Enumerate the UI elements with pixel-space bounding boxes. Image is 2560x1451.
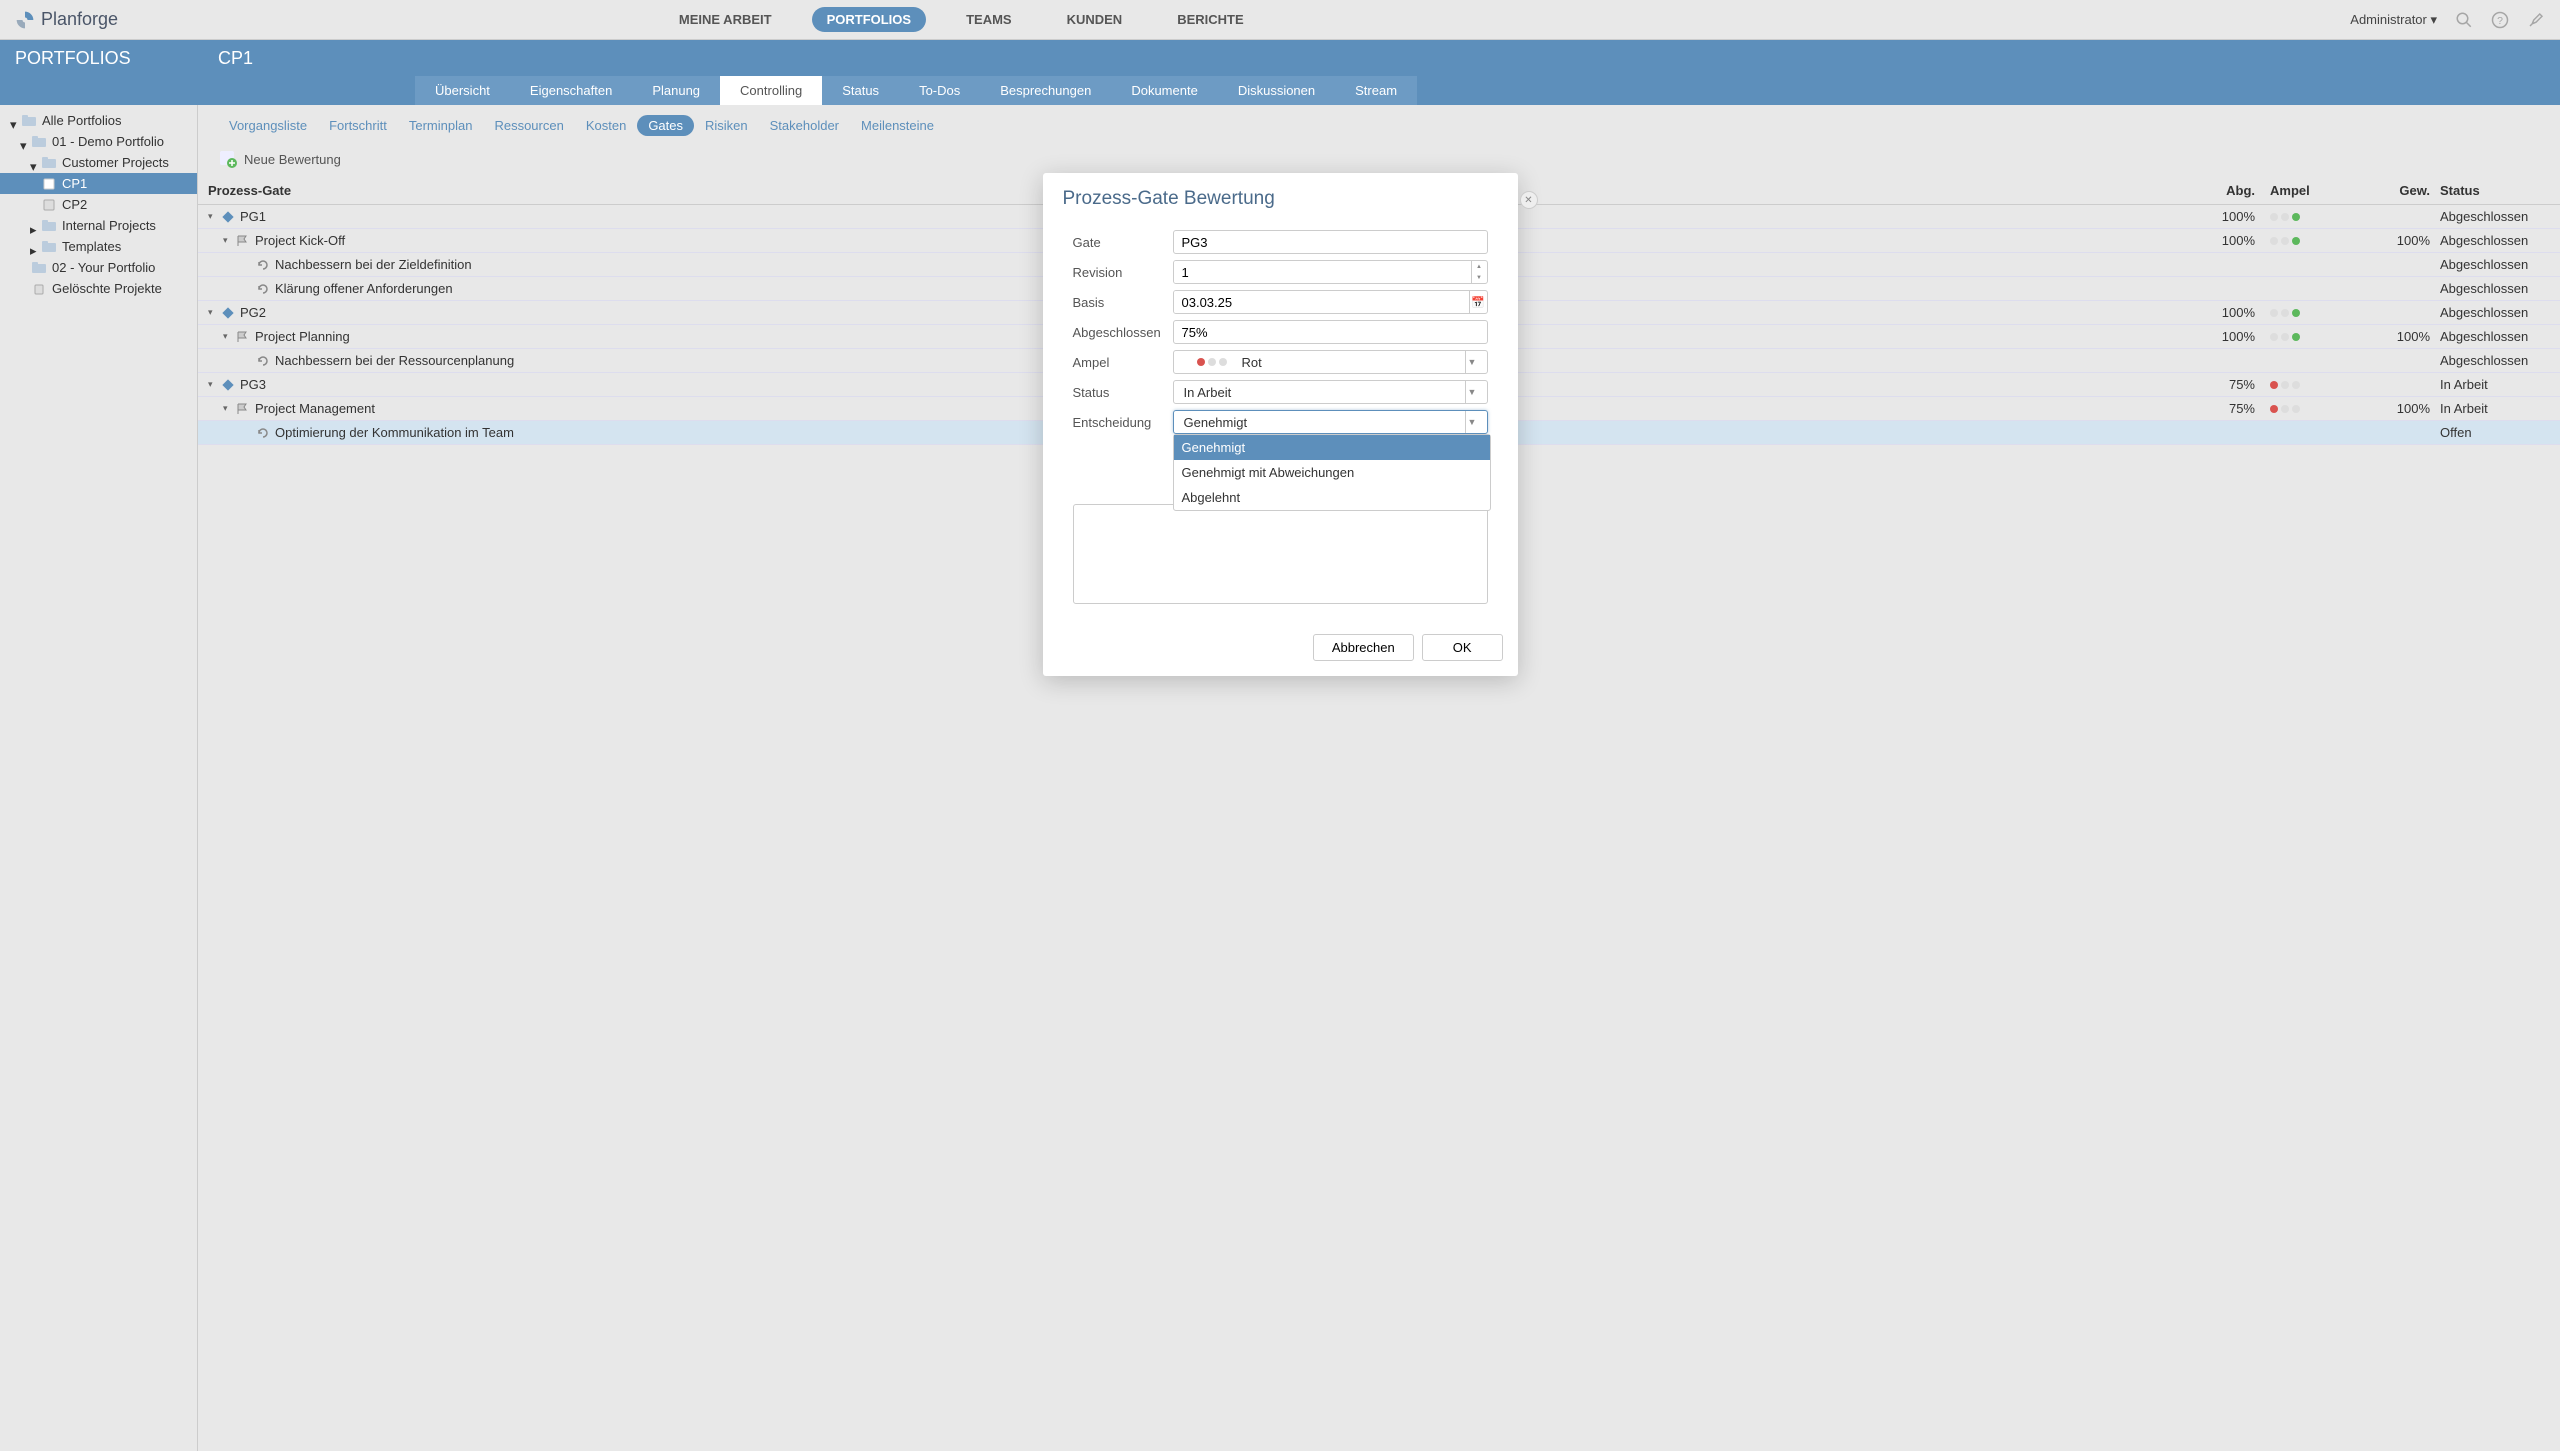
decision-value: Genehmigt xyxy=(1182,415,1248,430)
revision-spinner: ▲ ▼ xyxy=(1471,261,1487,283)
revision-input-wrap: ▲ ▼ xyxy=(1173,260,1488,284)
ok-button[interactable]: OK xyxy=(1422,634,1503,661)
comment-textarea[interactable] xyxy=(1073,504,1488,604)
chevron-down-icon: ▼ xyxy=(1465,351,1479,373)
traffic-value: Rot xyxy=(1242,355,1262,370)
chevron-down-icon: ▼ xyxy=(1465,381,1479,403)
dropdown-option-approved[interactable]: Genehmigt xyxy=(1174,435,1490,460)
status-select[interactable]: In Arbeit ▼ xyxy=(1173,380,1488,404)
traffic-lights xyxy=(1197,358,1227,366)
modal-body: Gate Revision ▲ ▼ Basis 📅 xyxy=(1043,220,1518,624)
modal-title: Prozess-Gate Bewertung xyxy=(1063,188,1275,210)
dropdown-option-approved-deviation[interactable]: Genehmigt mit Abweichungen xyxy=(1174,460,1490,485)
completed-label: Abgeschlossen xyxy=(1073,325,1173,340)
decision-label: Entscheidung xyxy=(1073,415,1173,430)
spinner-up-icon[interactable]: ▲ xyxy=(1472,261,1487,272)
modal-overlay: ✕ Prozess-Gate Bewertung Gate Revision ▲… xyxy=(0,0,2560,1447)
spinner-down-icon[interactable]: ▼ xyxy=(1472,272,1487,283)
revision-input[interactable] xyxy=(1174,261,1471,283)
basis-input-wrap: 📅 xyxy=(1173,290,1488,314)
cancel-button[interactable]: Abbrechen xyxy=(1313,634,1414,661)
modal: ✕ Prozess-Gate Bewertung Gate Revision ▲… xyxy=(1043,173,1518,676)
traffic-label: Ampel xyxy=(1073,355,1173,370)
completed-input[interactable] xyxy=(1173,320,1488,344)
decision-dropdown: Genehmigt Genehmigt mit Abweichungen Abg… xyxy=(1173,434,1491,511)
chevron-down-icon: ▼ xyxy=(1465,411,1479,433)
calendar-icon[interactable]: 📅 xyxy=(1469,291,1487,313)
modal-footer: Abbrechen OK xyxy=(1043,624,1518,676)
gate-label: Gate xyxy=(1073,235,1173,250)
decision-select[interactable]: Genehmigt ▼ xyxy=(1173,410,1488,434)
dropdown-option-rejected[interactable]: Abgelehnt xyxy=(1174,485,1490,510)
basis-label: Basis xyxy=(1073,295,1173,310)
modal-header: Prozess-Gate Bewertung xyxy=(1043,173,1518,220)
traffic-select[interactable]: Rot ▼ xyxy=(1173,350,1488,374)
status-value: In Arbeit xyxy=(1182,385,1232,400)
status-label: Status xyxy=(1073,385,1173,400)
basis-input[interactable] xyxy=(1174,291,1469,313)
modal-close-button[interactable]: ✕ xyxy=(1520,191,1538,209)
revision-label: Revision xyxy=(1073,265,1173,280)
gate-input[interactable] xyxy=(1173,230,1488,254)
